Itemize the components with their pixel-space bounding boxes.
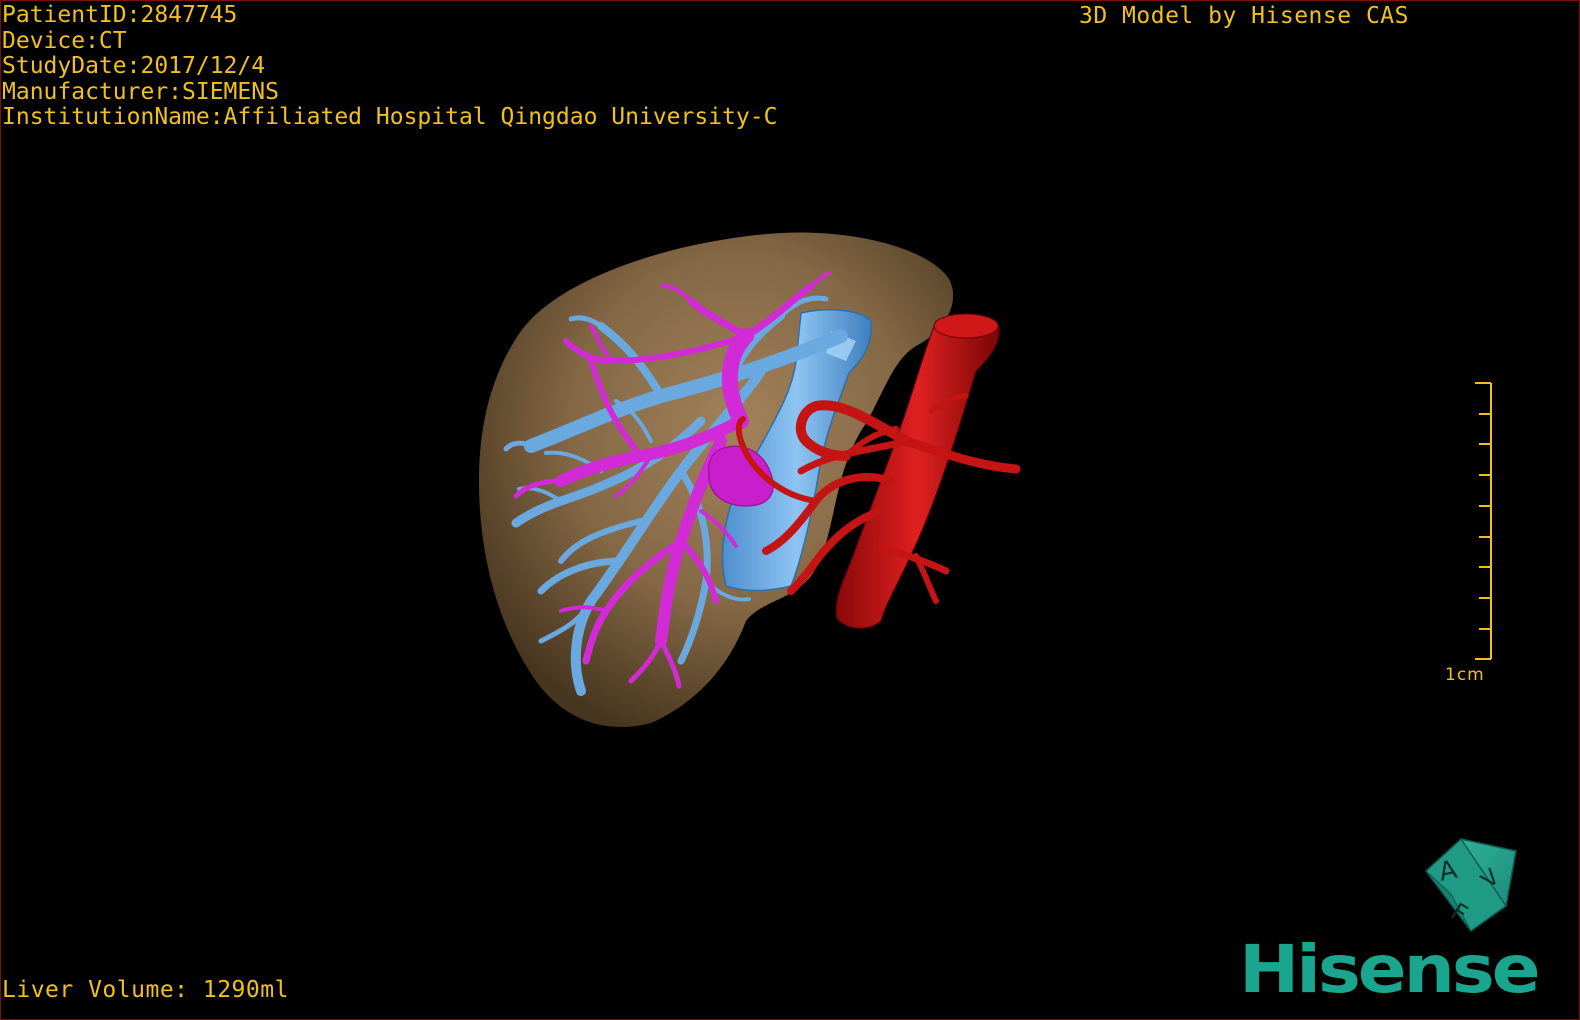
study-date-text: StudyDate:2017/12/4 xyxy=(2,53,266,79)
scale-bar-label: 1cm xyxy=(1445,665,1485,685)
dicom-info-overlay: PatientID:2847745 Device:CT StudyDate:20… xyxy=(2,2,778,131)
hisense-logo: Hisense xyxy=(1239,930,1541,1008)
patient-id-text: PatientID:2847745 xyxy=(2,2,238,28)
scale-bar xyxy=(1475,382,1492,660)
orientation-cube[interactable]: A F V xyxy=(1424,837,1517,933)
liver-3d-model[interactable]: A F V xyxy=(1,1,1580,1020)
device-text: Device:CT xyxy=(2,27,127,54)
model-credit-text: 3D Model by Hisense CAS xyxy=(1079,3,1409,29)
manufacturer-text: Manufacturer:SIEMENS xyxy=(2,78,279,105)
3d-viewport[interactable]: A F V PatientID:2847745 Device:CT StudyD… xyxy=(0,0,1580,1020)
liver-volume-text: Liver Volume: 1290ml xyxy=(2,977,289,1003)
institution-text: InstitutionName:Affiliated Hospital Qing… xyxy=(2,104,778,130)
